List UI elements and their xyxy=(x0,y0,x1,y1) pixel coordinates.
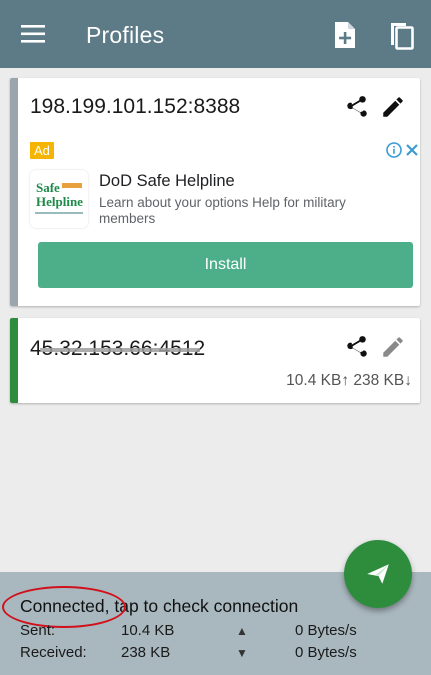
profile-stripe xyxy=(10,318,18,403)
upload-total: 10.4 KB↑ xyxy=(286,372,350,389)
page-title: Profiles xyxy=(86,22,165,48)
edit-icon[interactable] xyxy=(380,334,406,360)
sent-rate: 0 Bytes/s xyxy=(295,622,357,639)
ad-banner[interactable]: Ad Safe Helpline DoD Safe Helpline Learn… xyxy=(28,140,418,298)
profile-card[interactable]: 198.199.101.152:8388 Ad Safe Helpline Do… xyxy=(10,78,420,306)
sent-label: Sent: xyxy=(20,622,56,639)
copy-icon[interactable] xyxy=(388,19,416,51)
import-file-icon[interactable] xyxy=(332,20,358,50)
download-total: 238 KB↓ xyxy=(353,372,412,389)
down-arrow-icon: ▼ xyxy=(236,646,248,660)
ad-headline[interactable]: DoD Safe Helpline xyxy=(99,172,235,191)
received-value: 238 KB xyxy=(121,644,171,661)
advertiser-logo: Safe Helpline xyxy=(30,170,88,228)
edit-icon[interactable] xyxy=(380,94,406,120)
received-rate: 0 Bytes/s xyxy=(295,644,357,661)
logo-tagline xyxy=(35,212,83,214)
received-label: Received: xyxy=(20,644,87,661)
connect-fab[interactable] xyxy=(344,540,412,608)
redaction-line xyxy=(40,348,200,352)
logo-text-helpline: Helpline xyxy=(36,194,83,209)
ad-body: Learn about your options Help for milita… xyxy=(99,195,346,226)
up-arrow-icon: ▲ xyxy=(236,624,248,638)
close-icon[interactable] xyxy=(404,142,420,158)
install-button[interactable]: Install xyxy=(38,242,413,288)
ad-badge: Ad xyxy=(30,142,54,159)
share-icon[interactable] xyxy=(343,94,369,120)
traffic-stats: 10.4 KB↑ 238 KB↓ xyxy=(286,372,412,390)
share-icon[interactable] xyxy=(343,334,369,360)
menu-icon[interactable] xyxy=(20,22,46,46)
profile-stripe xyxy=(10,78,18,306)
logo-flag xyxy=(62,183,82,188)
profile-card[interactable]: 45.32.153.66:4512 10.4 KB↑ 238 KB↓ xyxy=(10,318,420,403)
app-bar: Profiles xyxy=(0,0,431,68)
send-icon xyxy=(367,564,389,584)
info-icon[interactable] xyxy=(386,142,402,158)
server-address: 198.199.101.152:8388 xyxy=(30,95,241,118)
sent-value: 10.4 KB xyxy=(121,622,175,639)
